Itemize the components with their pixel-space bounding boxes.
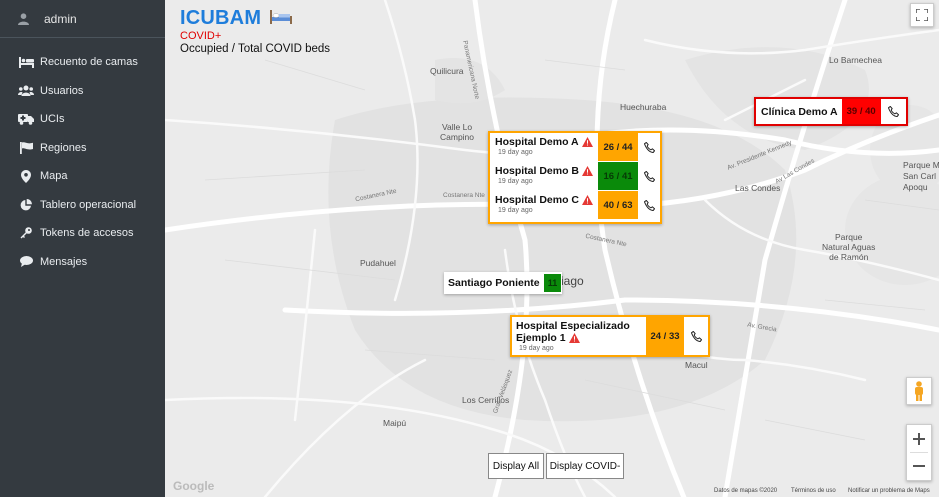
sidebar-item-label: Recuento de camas (40, 56, 138, 69)
phone-button[interactable] (638, 191, 660, 219)
brand-title: ICUBAM (180, 7, 262, 29)
bed-emoji-icon (269, 10, 292, 29)
bed-count-badge: 39 / 40 (841, 99, 881, 124)
bed-icon (18, 55, 34, 69)
report-problem-link[interactable]: Notificar un problema de Maps (848, 488, 930, 494)
map-data-credit: Datos de mapas ©2020 (714, 488, 778, 494)
map-marker-icon (18, 169, 34, 183)
phone-icon (643, 141, 655, 153)
place-quilicura: Quilicura (430, 66, 464, 76)
pie-chart-icon (18, 198, 34, 212)
legend-label: Occupied / Total COVID beds (180, 43, 330, 55)
place-las-condes: Las Condes (735, 183, 781, 193)
warning-icon (582, 166, 594, 176)
phone-icon (643, 170, 655, 182)
sidebar-item-label: Usuarios (40, 84, 84, 97)
filter-label: COVID+ (180, 30, 222, 42)
phone-button[interactable] (638, 162, 660, 190)
user-panel[interactable]: admin (0, 0, 165, 38)
pegman-icon (915, 381, 923, 401)
marker-name: Hospital Demo C (495, 194, 580, 206)
fullscreen-button[interactable] (910, 3, 934, 27)
last-update-time: 19 day ago (498, 149, 533, 156)
sidebar-item-label: Tokens de accesos (40, 227, 134, 240)
zoom-control (906, 424, 932, 481)
place-lo-barnechea: Lo Barnechea (829, 55, 882, 65)
sidebar-item-label: Mensajes (40, 255, 88, 268)
key-icon (18, 226, 34, 240)
place-valle-lo-campino: Valle Lo Campino (440, 122, 475, 142)
last-update-time: 19 day ago (498, 178, 533, 185)
comment-icon (18, 255, 34, 269)
ambulance-icon (18, 112, 34, 126)
phone-button[interactable] (684, 317, 708, 355)
phone-icon (887, 106, 899, 117)
street-view-pegman-button[interactable] (906, 377, 932, 405)
sidebar: admin Recuento de camas Usuarios UCIs Re… (0, 0, 165, 497)
sidebar-item-ucis[interactable]: UCIs (0, 105, 165, 134)
phone-button[interactable] (638, 133, 660, 161)
sidebar-item-usuarios[interactable]: Usuarios (0, 77, 165, 106)
sidebar-item-mensajes[interactable]: Mensajes (0, 248, 165, 277)
warning-icon (568, 333, 580, 343)
display-covid-negative-button[interactable]: Display COVID- (546, 453, 624, 479)
warning-icon (582, 195, 594, 205)
username: admin (44, 11, 77, 26)
marker-name: Clínica Demo A (761, 105, 838, 118)
bed-count-badge: 16 / 41 (598, 162, 638, 190)
map-title: ICUBAM COVID+ Occupied / Total COVID bed… (180, 7, 330, 55)
plus-icon (913, 432, 925, 445)
zoom-in-button[interactable] (907, 425, 931, 452)
bed-count-badge: 26 / 44 (598, 133, 638, 161)
marker-row-hospital-demo-a[interactable]: Hospital Demo A 19 day ago 26 / 44 (490, 133, 660, 161)
marker-name-line-2: Ejemplo 1 (516, 332, 566, 344)
sidebar-item-recuento[interactable]: Recuento de camas (0, 48, 165, 77)
warning-icon (581, 137, 593, 147)
bed-count-badge: 11 (544, 274, 561, 292)
flag-icon (18, 141, 34, 155)
fullscreen-icon (916, 9, 928, 21)
sidebar-item-tablero[interactable]: Tablero operacional (0, 191, 165, 220)
phone-button[interactable] (881, 99, 906, 124)
marker-hospital-especializado[interactable]: Hospital Especializado Ejemplo 1 19 day … (510, 315, 710, 357)
minus-icon (913, 465, 925, 468)
sidebar-item-tokens[interactable]: Tokens de accesos (0, 219, 165, 248)
place-huechuraba: Huechuraba (620, 102, 667, 112)
place-pudahuel: Pudahuel (360, 258, 396, 268)
display-all-button[interactable]: Display All (488, 453, 544, 479)
place-parque-mahuida: Parque M San Carl Apoqu (903, 160, 939, 192)
marker-name-line-1: Hospital Especializado (516, 320, 630, 332)
marker-row-hospital-demo-b[interactable]: Hospital Demo B 19 day ago 16 / 41 (490, 162, 660, 190)
user-icon (16, 12, 30, 26)
place-santiago: iago (561, 274, 584, 288)
users-icon (18, 84, 34, 98)
sidebar-item-mapa[interactable]: Mapa (0, 162, 165, 191)
google-logo: Google (173, 479, 215, 493)
marker-group-hospitals[interactable]: Hospital Demo A 19 day ago 26 / 44 Hospi… (488, 131, 662, 224)
last-update-time: 19 day ago (498, 207, 533, 214)
map-canvas[interactable]: Quilicura Huechuraba Valle Lo Campino Lo … (165, 0, 939, 497)
road-costanera-2: Costanera Nte (443, 192, 485, 199)
bed-count-badge: 24 / 33 (646, 317, 684, 355)
place-maipu: Maipú (383, 418, 407, 428)
marker-name: Hospital Demo A (495, 136, 579, 148)
phone-icon (643, 199, 655, 211)
place-macul: Macul (685, 360, 708, 370)
sidebar-item-label: Tablero operacional (40, 198, 137, 211)
sidebar-item-label: Regiones (40, 141, 87, 154)
marker-row-hospital-demo-c[interactable]: Hospital Demo C 19 day ago 40 / 63 (490, 191, 660, 219)
marker-santiago-poniente[interactable]: Santiago Poniente 11 (444, 272, 562, 294)
last-update-time: 19 day ago (519, 345, 554, 352)
zoom-out-button[interactable] (907, 453, 931, 480)
marker-name: Santiago Poniente (448, 277, 540, 289)
place-parque-natural: Parque Natural Aguas de Ramón (822, 232, 876, 262)
bed-count-badge: 40 / 63 (598, 191, 638, 219)
sidebar-item-regiones[interactable]: Regiones (0, 134, 165, 163)
marker-name: Hospital Demo B (495, 165, 580, 177)
phone-icon (690, 330, 702, 342)
terms-link[interactable]: Términos de uso (791, 488, 836, 494)
sidebar-item-label: UCIs (40, 113, 65, 126)
sidebar-item-label: Mapa (40, 170, 68, 183)
marker-clinica-demo-a[interactable]: Clínica Demo A 39 / 40 (754, 97, 908, 126)
